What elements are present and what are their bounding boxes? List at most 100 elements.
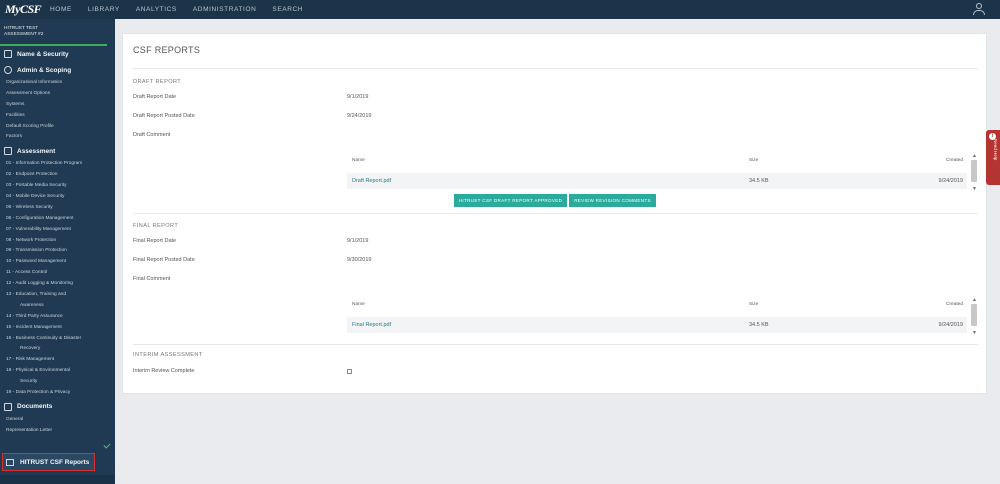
assessment-name: ASSESSMENT #2	[4, 32, 44, 37]
table-header: Name Size Created	[347, 297, 967, 312]
sidebar-domain-11[interactable]: 11 - Access Control	[0, 268, 115, 279]
col-name[interactable]: Name	[352, 302, 365, 307]
sidebar-domain-14[interactable]: 14 - Third Party Assurance	[0, 312, 115, 323]
interim-review-label: Interim Review Complete	[133, 368, 195, 374]
checkmark-icon	[103, 441, 111, 449]
scroll-thumb[interactable]	[971, 304, 977, 326]
draft-approved-button[interactable]: HITRUST CSF DRAFT REPORT APPROVED	[454, 194, 567, 207]
sidebar-heading-label: Admin & Scoping	[17, 66, 72, 74]
draft-table-scrollbar[interactable]: ▲ ▼	[970, 153, 978, 193]
sidebar-item-org-info[interactable]: Organizational Information	[0, 78, 115, 89]
sidebar-domain-08[interactable]: 08 - Network Protection	[0, 236, 115, 247]
interim-review-checkbox[interactable]	[347, 369, 352, 374]
sidebar-domain-04[interactable]: 04 - Mobile Device Security	[0, 192, 115, 203]
sidebar-domain-17[interactable]: 17 - Risk Management	[0, 355, 115, 366]
file-created: 9/24/2019	[938, 178, 963, 184]
draft-files-table: Name Size Created Draft Report.pdf 34.5 …	[347, 153, 967, 193]
sidebar-heading-label: Name & Security	[17, 50, 69, 58]
table-header: Name Size Created	[347, 153, 967, 168]
nav-search[interactable]: SEARCH	[272, 6, 303, 13]
sidebar-documents[interactable]: Documents	[0, 399, 115, 415]
document-icon	[4, 402, 12, 411]
csf-reports-panel: CSF REPORTS DRAFT REPORT Draft Report Da…	[122, 33, 987, 394]
divider	[133, 213, 978, 214]
sidebar-domain-15[interactable]: 15 - Incident Management	[0, 323, 115, 334]
draft-section-title: DRAFT REPORT	[133, 79, 182, 85]
sidebar-name-security[interactable]: Name & Security	[0, 46, 115, 62]
col-size[interactable]: Size	[749, 302, 758, 307]
sidebar-item-csf-reports[interactable]: HITRUST CSF Reports	[2, 453, 95, 471]
sidebar-heading-label: Assessment	[17, 147, 56, 155]
sidebar-item-systems[interactable]: Systems	[0, 100, 115, 111]
sidebar-item-assessment-options[interactable]: Assessment Options	[0, 89, 115, 100]
review-revision-comments-button[interactable]: REVIEW REVISION COMMENTS	[569, 194, 656, 207]
divider	[133, 344, 978, 345]
col-name[interactable]: Name	[352, 158, 365, 163]
scroll-thumb[interactable]	[971, 160, 977, 182]
draft-report-link[interactable]: Draft Report.pdf	[352, 178, 391, 184]
sidebar-item-scoring-profile[interactable]: Default Scoring Profile	[0, 122, 115, 133]
sidebar-item-factors[interactable]: Factors	[0, 132, 115, 143]
sidebar-heading-label: HITRUST CSF Reports	[20, 458, 90, 466]
sidebar-heading-label: Documents	[17, 403, 53, 411]
final-report-link[interactable]: Final Report.pdf	[352, 322, 391, 328]
sidebar-domain-19[interactable]: 19 - Data Protection & Privacy	[0, 388, 115, 399]
sidebar-item-representation-letter[interactable]: Representation Letter	[0, 426, 115, 437]
draft-date-label: Draft Report Date	[133, 94, 177, 100]
final-files-table: Name Size Created Final Report.pdf 34.5 …	[347, 297, 967, 337]
page-title: CSF REPORTS	[133, 45, 201, 55]
nav-home[interactable]: HOME	[50, 6, 72, 13]
sidebar-domain-12[interactable]: 12 - Audit Logging & Monitoring	[0, 279, 115, 290]
draft-date-value: 9/1/2019	[347, 94, 369, 100]
final-posted-value: 9/30/2019	[347, 257, 372, 263]
file-size: 34.5 KB	[749, 322, 769, 328]
col-created[interactable]: Created	[946, 158, 963, 163]
draft-comment-label: Draft Comment	[133, 132, 171, 138]
table-row[interactable]: Draft Report.pdf 34.5 KB 9/24/2019	[347, 173, 967, 189]
need-help-label: Need Help	[993, 139, 998, 161]
col-size[interactable]: Size	[749, 158, 758, 163]
sidebar-footer	[0, 475, 115, 484]
sidebar-assessment[interactable]: Assessment	[0, 143, 115, 159]
sidebar-domain-13-cont[interactable]: Awareness	[0, 301, 115, 312]
sidebar-admin-scoping[interactable]: Admin & Scoping	[0, 62, 115, 78]
sidebar-domain-09[interactable]: 09 - Transmission Protection	[0, 246, 115, 257]
nav-analytics[interactable]: ANALYTICS	[136, 6, 177, 13]
table-row[interactable]: Final Report.pdf 34.5 KB 9/24/2019	[347, 317, 967, 333]
final-date-value: 9/1/2019	[347, 238, 369, 244]
need-help-tab[interactable]: i Need Help	[986, 130, 1000, 185]
col-created[interactable]: Created	[946, 302, 963, 307]
sidebar: HITRUST TEST ASSESSMENT #2 Name & Securi…	[0, 19, 115, 484]
scroll-up-icon[interactable]: ▲	[972, 297, 977, 303]
user-account-icon[interactable]	[972, 3, 986, 16]
final-section-title: FINAL REPORT	[133, 223, 179, 229]
sidebar-domain-07[interactable]: 07 - Vulnerability Management	[0, 225, 115, 236]
scroll-up-icon[interactable]: ▲	[972, 153, 977, 159]
sidebar-domain-05[interactable]: 05 - Wireless Security	[0, 203, 115, 214]
final-table-scrollbar[interactable]: ▲ ▼	[970, 297, 978, 337]
sidebar-domain-13[interactable]: 13 - Education, Training and	[0, 290, 115, 301]
sidebar-domain-03[interactable]: 03 - Portable Media Security	[0, 181, 115, 192]
sidebar-item-general[interactable]: General	[0, 415, 115, 426]
sidebar-domain-16[interactable]: 16 - Business Continuity & Disaster	[0, 334, 115, 345]
final-comment-label: Final Comment	[133, 276, 171, 282]
sidebar-item-facilities[interactable]: Facilities	[0, 111, 115, 122]
sidebar-domain-16-cont[interactable]: Recovery	[0, 344, 115, 355]
sidebar-domain-10[interactable]: 10 - Password Management	[0, 257, 115, 268]
divider	[133, 68, 978, 69]
final-date-label: Final Report Date	[133, 238, 177, 244]
sidebar-domain-01[interactable]: 01 - Information Protection Program	[0, 159, 115, 170]
scroll-down-icon[interactable]: ▼	[972, 330, 977, 336]
sidebar-domain-06[interactable]: 06 - Configuration Management	[0, 214, 115, 225]
draft-posted-label: Draft Report Posted Date	[133, 113, 195, 119]
app-logo[interactable]: MyCSF	[0, 2, 44, 17]
scroll-down-icon[interactable]: ▼	[972, 186, 977, 192]
nav-library[interactable]: LIBRARY	[88, 6, 120, 13]
sidebar-domain-02[interactable]: 02 - Endpoint Protection	[0, 170, 115, 181]
draft-posted-value: 9/24/2019	[347, 113, 372, 119]
file-size: 34.5 KB	[749, 178, 769, 184]
sidebar-domain-18-cont[interactable]: Security	[0, 377, 115, 388]
sidebar-domain-18[interactable]: 18 - Physical & Environmental	[0, 366, 115, 377]
nav-administration[interactable]: ADMINISTRATION	[193, 6, 257, 13]
gear-icon	[4, 66, 12, 74]
